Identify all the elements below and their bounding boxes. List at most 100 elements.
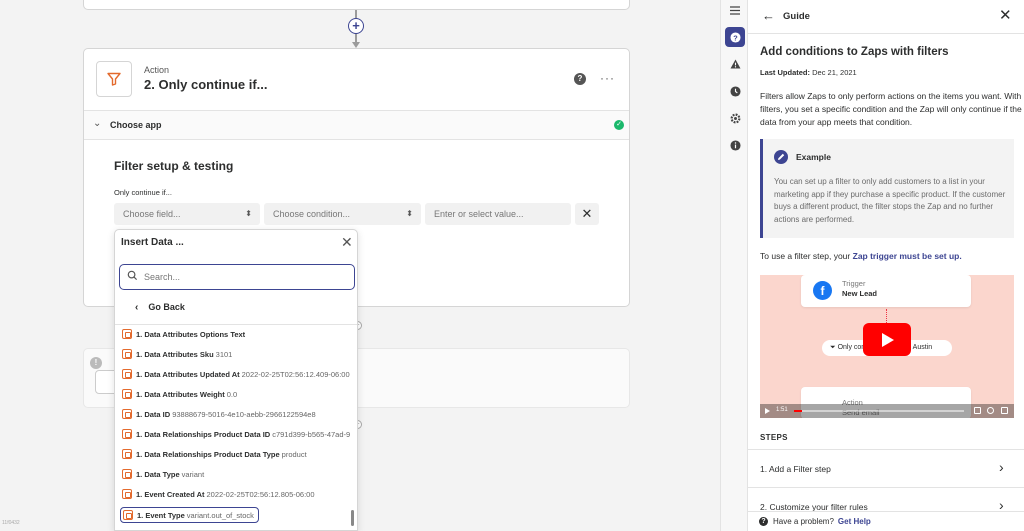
zap-step-icon <box>122 369 132 380</box>
steps-heading: STEPS <box>760 433 788 442</box>
updown-icon: ⬍ <box>406 209 413 218</box>
list-item[interactable]: 1. Data ID 93888679-5016-4e10-aebb-296612… <box>120 407 320 423</box>
play-small-icon[interactable] <box>765 408 770 414</box>
close-icon[interactable]: ✕ <box>999 6 1012 24</box>
previous-step-card[interactable] <box>83 0 630 10</box>
step-header[interactable]: Action 2. Only continue if... ? ··· <box>84 49 629 109</box>
list-item[interactable]: 1. Data Relationships Product Data Type p… <box>120 447 311 463</box>
facebook-icon: f <box>813 281 832 300</box>
video-trigger-name: New Lead <box>842 289 878 298</box>
list-item[interactable]: 1. Data Attributes Weight 0.0 <box>120 387 241 403</box>
article-intro: Filters allow Zaps to only perform actio… <box>760 91 1022 127</box>
svg-text:?: ? <box>733 33 738 42</box>
list-item[interactable]: 1. Data Attributes Options Text <box>120 327 251 343</box>
step-label: 1. Add a Filter step <box>760 464 831 474</box>
warning-icon[interactable] <box>725 54 745 74</box>
section-title: Choose app <box>110 120 162 130</box>
zap-step-icon <box>122 469 132 480</box>
arrow-left-icon[interactable]: ← <box>762 8 775 23</box>
insert-data-dropdown: Insert Data ... ✕ ‹ Go Back 1. Data Attri… <box>114 229 358 531</box>
video-controls: 1:51 <box>760 404 1014 418</box>
remove-condition-button[interactable]: ✕ <box>575 203 599 225</box>
trigger-note: To use a filter step, your Zap trigger m… <box>760 251 962 261</box>
guide-header: ← Guide ✕ <box>748 0 1024 34</box>
choose-field-select[interactable]: Choose field... ⬍ <box>114 203 260 225</box>
divider <box>84 139 629 140</box>
zap-step-icon <box>122 349 132 360</box>
dropdown-title: Insert Data ... <box>121 237 184 248</box>
guide-header-title: Guide <box>783 11 810 22</box>
zap-step-icon <box>122 409 132 420</box>
example-text: You can set up a filter to only add cust… <box>774 177 1006 224</box>
list-item-selected[interactable]: 1. Event Type variant.out_of_stock <box>120 507 259 523</box>
zap-step-icon <box>122 329 132 340</box>
zap-step-icon <box>122 489 132 500</box>
updown-icon: ⬍ <box>245 209 252 218</box>
trigger-link[interactable]: Zap trigger must be set up. <box>853 251 962 261</box>
chevron-left-icon: ‹ <box>135 302 139 313</box>
settings-icon[interactable] <box>725 108 745 128</box>
add-step-button[interactable]: + <box>348 18 364 34</box>
scrollbar[interactable] <box>351 510 354 526</box>
step-title: 2. Only continue if... <box>144 77 268 92</box>
chevron-down-icon: ⌄ <box>93 118 102 129</box>
footer-text: Have a problem? Get Help <box>773 517 871 526</box>
zap-step-icon <box>122 449 132 460</box>
article-title: Add conditions to Zaps with filters <box>760 46 949 58</box>
step-kind-label: Action <box>144 65 170 75</box>
field-placeholder: Choose field... <box>123 209 181 219</box>
condition-placeholder: Choose condition... <box>273 209 351 219</box>
video-time: 1:51 <box>776 407 788 413</box>
value-placeholder: Enter or select value... <box>434 209 524 219</box>
example-callout: Example You can set up a filter to only … <box>760 139 1014 238</box>
filter-app-icon <box>96 61 132 97</box>
step-link-1[interactable]: 1. Add a Filter step › <box>748 449 1024 487</box>
guide-video[interactable]: f Trigger New Lead ⏷ Only continue if ci… <box>760 275 1014 418</box>
play-icon[interactable] <box>863 323 911 356</box>
go-back-label: Go Back <box>148 302 185 312</box>
guide-panel: ← Guide ✕ Add conditions to Zaps with fi… <box>748 0 1024 531</box>
zap-step-icon <box>122 429 132 440</box>
captions-icon[interactable] <box>974 407 981 414</box>
close-icon[interactable]: ✕ <box>341 234 353 251</box>
zap-step-icon <box>123 510 133 521</box>
get-help-link[interactable]: Get Help <box>838 517 871 526</box>
sidebar-rail: ? <box>720 0 748 531</box>
search-box[interactable] <box>119 264 355 290</box>
filter-setup-title: Filter setup & testing <box>114 159 234 173</box>
outline-icon[interactable] <box>725 0 745 20</box>
filter-icon: ⏷ <box>830 344 836 351</box>
list-item[interactable]: 1. Data Type variant <box>120 467 208 483</box>
pencil-icon <box>774 150 788 164</box>
guide-footer: ? Have a problem? Get Help <box>748 511 1024 531</box>
value-input[interactable]: Enter or select value... <box>425 203 571 225</box>
last-updated: Last Updated: Dec 21, 2021 <box>760 68 857 77</box>
condition-label: Only continue if... <box>114 188 172 197</box>
more-options-icon[interactable]: ··· <box>600 71 615 85</box>
choose-app-section-header[interactable]: ⌄ Choose app ✓ <box>84 111 629 139</box>
info-icon[interactable] <box>725 135 745 155</box>
guide-icon[interactable]: ? <box>725 27 745 47</box>
history-icon[interactable] <box>725 81 745 101</box>
video-trigger-card: f Trigger New Lead <box>801 275 971 307</box>
build-id: 11f0432 <box>2 520 20 526</box>
zap-step-icon <box>122 389 132 400</box>
list-item[interactable]: 1. Data Relationships Product Data ID c79… <box>120 427 352 443</box>
help-icon[interactable]: ? <box>574 73 586 85</box>
check-icon: ✓ <box>614 120 624 130</box>
divider <box>115 324 357 325</box>
example-title: Example <box>796 152 831 162</box>
gear-icon[interactable] <box>987 407 994 414</box>
go-back-button[interactable]: ‹ Go Back <box>135 302 185 313</box>
question-icon: ? <box>759 517 768 526</box>
fullscreen-icon[interactable] <box>1001 407 1008 414</box>
search-icon <box>127 270 138 284</box>
choose-condition-select[interactable]: Choose condition... ⬍ <box>264 203 421 225</box>
zap-editor-canvas: + Action 2. Only continue if... ? ··· ⌄ … <box>0 0 720 531</box>
video-trigger-kind: Trigger <box>842 279 866 288</box>
list-item[interactable]: 1. Event Created At 2022-02-25T02:56:12.8… <box>120 487 319 503</box>
list-item[interactable]: 1. Data Attributes Sku 3101 <box>120 347 236 363</box>
list-item[interactable]: 1. Data Attributes Updated At 2022-02-25T… <box>120 367 352 383</box>
video-progress[interactable] <box>794 410 964 412</box>
search-input[interactable] <box>144 270 344 284</box>
